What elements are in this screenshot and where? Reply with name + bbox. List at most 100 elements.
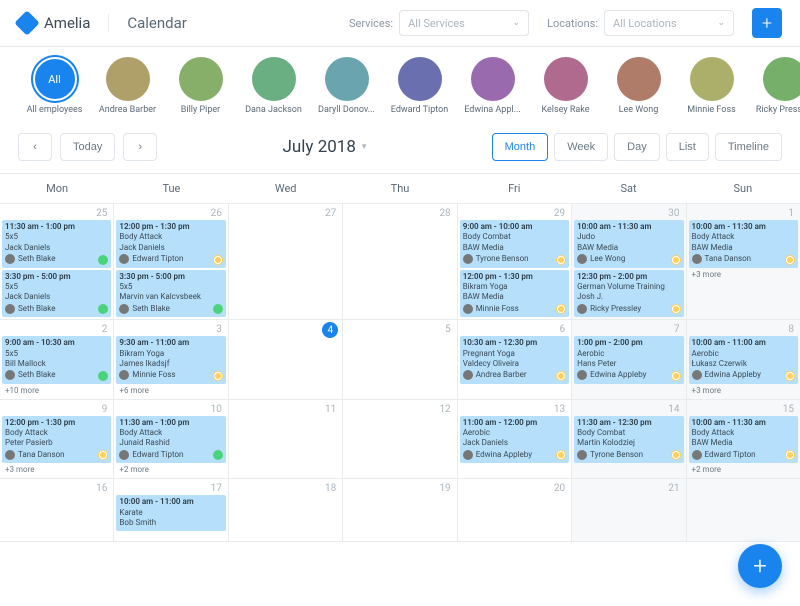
event-card[interactable]: 9:00 am - 10:30 am5x5Bill MallockSeth Bl…: [2, 336, 111, 384]
day-cell[interactable]: 27: [229, 204, 343, 319]
view-week[interactable]: Week: [554, 133, 608, 161]
event-card[interactable]: 10:00 am - 11:30 amJudoBAW MediaLee Wong: [574, 220, 683, 268]
pending-icon: [671, 450, 681, 460]
more-link[interactable]: +6 more: [116, 384, 225, 397]
event-card[interactable]: 10:30 am - 12:30 pmPregnant YogaValdecy …: [460, 336, 569, 384]
assignee-name: Lee Wong: [590, 254, 625, 264]
event-subtitle: BAW Media: [692, 243, 795, 253]
more-link[interactable]: +3 more: [689, 268, 798, 281]
services-select[interactable]: All Services ⌄: [399, 10, 529, 36]
assignee-name: Tana Danson: [18, 450, 65, 460]
day-cell[interactable]: 2612:00 pm - 1:30 pmBody AttackJack Dani…: [114, 204, 228, 319]
employee-name: Kelsey Rake: [541, 105, 589, 115]
day-cell[interactable]: 1710:00 am - 11:00 amKarateBob Smith: [114, 479, 228, 541]
view-list[interactable]: List: [666, 133, 709, 161]
view-timeline[interactable]: Timeline: [715, 133, 782, 161]
weekday-label: Mon: [0, 174, 114, 203]
event-card[interactable]: 11:30 am - 1:00 pm5x5Jack DanielsSeth Bl…: [2, 220, 111, 268]
day-cell[interactable]: 18: [229, 479, 343, 541]
day-cell[interactable]: 21: [572, 479, 686, 541]
event-card[interactable]: 9:00 am - 10:00 amBody CombatBAW MediaTy…: [460, 220, 569, 268]
avatar: [577, 254, 587, 264]
day-cell[interactable]: 16: [0, 479, 114, 541]
event-card[interactable]: 10:00 am - 11:30 amBody AttackBAW MediaT…: [689, 220, 798, 268]
event-card[interactable]: 3:30 pm - 5:00 pm5x5Marvin van Kalcvsbee…: [116, 270, 225, 318]
more-link[interactable]: +10 more: [2, 384, 111, 397]
day-cell[interactable]: 11: [229, 400, 343, 479]
event-assignee: Edward Tipton: [119, 254, 222, 264]
employee-chip[interactable]: Edward Tipton: [383, 57, 456, 115]
today-button[interactable]: Today: [60, 133, 115, 161]
fab-add-button[interactable]: +: [738, 544, 782, 588]
locations-select[interactable]: All Locations ⌄: [604, 10, 734, 36]
event-title: 5x5: [5, 349, 108, 359]
employee-chip[interactable]: Andrea Barber: [91, 57, 164, 115]
more-link[interactable]: +2 more: [116, 463, 225, 476]
employee-chip[interactable]: Edwina Appl...: [456, 57, 529, 115]
more-link[interactable]: +3 more: [689, 384, 798, 397]
day-cell[interactable]: 2511:30 am - 1:00 pm5x5Jack DanielsSeth …: [0, 204, 114, 319]
event-card[interactable]: 12:30 pm - 2:00 pmGerman Volume Training…: [574, 270, 683, 318]
next-button[interactable]: ›: [123, 133, 157, 161]
employee-chip[interactable]: Lee Wong: [602, 57, 675, 115]
event-card[interactable]: 11:30 am - 1:00 pmBody AttackJunaid Rash…: [116, 416, 225, 464]
employee-chip[interactable]: Ricky Pressley: [748, 57, 800, 115]
prev-button[interactable]: ‹: [18, 133, 52, 161]
day-cell[interactable]: 71:00 pm - 2:00 pmAerobicHans PeterEdwin…: [572, 320, 686, 399]
event-card[interactable]: 11:30 am - 12:30 pmBody CombatMartin Kol…: [574, 416, 683, 464]
event-card[interactable]: 12:00 pm - 1:30 pmBody AttackPeter Pasie…: [2, 416, 111, 464]
event-card[interactable]: 10:00 am - 11:00 amKarateBob Smith: [116, 495, 225, 531]
calendar-title[interactable]: July 2018 ▾: [165, 137, 483, 157]
view-month[interactable]: Month: [492, 133, 549, 161]
employee-chip[interactable]: Daryll Donov...: [310, 57, 383, 115]
day-cell[interactable]: 12: [343, 400, 457, 479]
event-assignee: Andrea Barber: [463, 370, 566, 380]
day-cell[interactable]: 5: [343, 320, 457, 399]
day-cell[interactable]: 110:00 am - 11:30 amBody AttackBAW Media…: [687, 204, 800, 319]
day-cell[interactable]: 1311:00 am - 12:00 pmAerobicJack Daniels…: [458, 400, 572, 479]
employee-chip[interactable]: Minnie Foss: [675, 57, 748, 115]
avatar: [544, 57, 588, 101]
more-link[interactable]: +3 more: [2, 463, 111, 476]
event-card[interactable]: 12:00 pm - 1:30 pmBikram YogaBAW MediaMi…: [460, 270, 569, 318]
day-cell[interactable]: 29:00 am - 10:30 am5x5Bill MallockSeth B…: [0, 320, 114, 399]
day-cell[interactable]: 20: [458, 479, 572, 541]
event-card[interactable]: 10:00 am - 11:30 amBody AttackBAW MediaE…: [689, 416, 798, 464]
day-cell[interactable]: 610:30 am - 12:30 pmPregnant YogaValdecy…: [458, 320, 572, 399]
day-cell[interactable]: [687, 479, 800, 541]
avatar: [106, 57, 150, 101]
employee-chip[interactable]: Billy Piper: [164, 57, 237, 115]
employee-chip[interactable]: Kelsey Rake: [529, 57, 602, 115]
add-button[interactable]: +: [752, 8, 782, 38]
day-cell[interactable]: 19: [343, 479, 457, 541]
employee-chip[interactable]: Dana Jackson: [237, 57, 310, 115]
event-assignee: Lee Wong: [577, 254, 680, 264]
event-card[interactable]: 3:30 pm - 5:00 pm5x5Jack DanielsSeth Bla…: [2, 270, 111, 318]
employee-chip[interactable]: AllAll employees: [18, 57, 91, 115]
event-card[interactable]: 11:00 am - 12:00 pmAerobicJack DanielsEd…: [460, 416, 569, 464]
day-cell[interactable]: 810:00 am - 11:00 amAerobicŁukasz Czerwi…: [687, 320, 800, 399]
event-card[interactable]: 10:00 am - 11:00 amAerobicŁukasz Czerwik…: [689, 336, 798, 384]
event-card[interactable]: 1:00 pm - 2:00 pmAerobicHans PeterEdwina…: [574, 336, 683, 384]
event-title: Aerobic: [692, 349, 795, 359]
day-cell[interactable]: 28: [343, 204, 457, 319]
weekday-header: MonTueWedThuFriSatSun: [0, 173, 800, 204]
event-title: Pregnant Yoga: [463, 349, 566, 359]
more-link[interactable]: +2 more: [689, 463, 798, 476]
event-title: Judo: [577, 232, 680, 242]
day-cell[interactable]: 1510:00 am - 11:30 amBody AttackBAW Medi…: [687, 400, 800, 479]
view-day[interactable]: Day: [614, 133, 660, 161]
event-title: Body Attack: [5, 428, 108, 438]
event-assignee: Tyrone Benson: [577, 450, 680, 460]
event-card[interactable]: 9:30 am - 11:00 amBikram YogaJames Ikads…: [116, 336, 225, 384]
day-cell[interactable]: 912:00 pm - 1:30 pmBody AttackPeter Pasi…: [0, 400, 114, 479]
employee-name: Ricky Pressley: [756, 105, 800, 115]
day-cell[interactable]: 299:00 am - 10:00 amBody CombatBAW Media…: [458, 204, 572, 319]
day-cell[interactable]: 1411:30 am - 12:30 pmBody CombatMartin K…: [572, 400, 686, 479]
day-cell[interactable]: 3010:00 am - 11:30 amJudoBAW MediaLee Wo…: [572, 204, 686, 319]
day-cell[interactable]: 1011:30 am - 1:00 pmBody AttackJunaid Ra…: [114, 400, 228, 479]
event-card[interactable]: 12:00 pm - 1:30 pmBody AttackJack Daniel…: [116, 220, 225, 268]
day-cell[interactable]: 4: [229, 320, 343, 399]
event-assignee: Edwina Appleby: [463, 450, 566, 460]
day-cell[interactable]: 39:30 am - 11:00 amBikram YogaJames Ikad…: [114, 320, 228, 399]
